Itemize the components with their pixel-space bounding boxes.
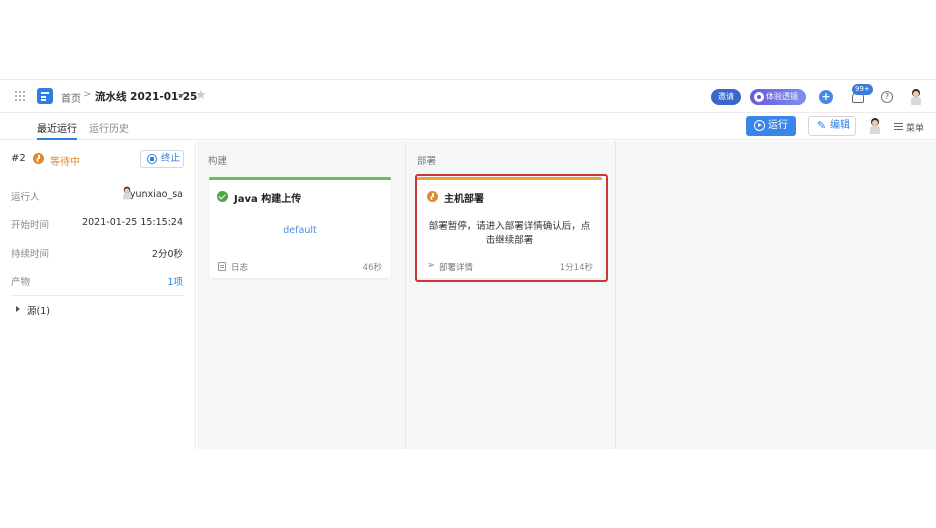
source-toggle[interactable]: 源(1) [27, 303, 50, 317]
artifact-link[interactable]: 1项 [167, 274, 183, 288]
add-button[interactable]: + [819, 90, 833, 104]
duration-label: 持续时间 [11, 249, 50, 260]
stage-column-deploy: 部署 主机部署 部署暂停，请进入部署详情确认后，点击继续部署 ➢ 部署详情 1分… [406, 141, 616, 449]
send-arrow-icon: ➢ [427, 260, 436, 271]
stop-button-label: 终止 [161, 153, 181, 164]
stage-title: 部署 [417, 156, 437, 167]
empty-stage-area [616, 141, 936, 449]
collaborator-avatar[interactable] [869, 118, 881, 134]
experience-button[interactable]: 体验透镜 [750, 89, 806, 105]
flow-logo-icon[interactable] [37, 88, 53, 104]
success-check-icon [217, 191, 228, 202]
start-time-label: 开始时间 [11, 220, 50, 231]
sub-toolbar: 最近运行 运行历史 运行 ✎ 编辑 菜单 [0, 113, 936, 140]
stop-circle-icon [147, 154, 157, 164]
job-duration: 46秒 [362, 263, 382, 273]
log-link[interactable]: 日志 [231, 261, 248, 273]
experience-label: 体验透镜 [766, 92, 798, 101]
lens-icon [754, 92, 764, 102]
log-doc-icon [218, 262, 226, 271]
notification-badge: 99+ [852, 84, 873, 95]
job-name: 主机部署 [444, 194, 484, 205]
play-circle-icon [754, 120, 765, 131]
user-avatar[interactable] [910, 89, 922, 105]
edit-button-label: 编辑 [830, 120, 850, 131]
stage-column-build: 构建 Java 构建上传 default 日志 46秒 [197, 141, 406, 449]
divider [11, 295, 184, 296]
app-grid-icon[interactable] [15, 91, 25, 101]
pencil-icon: ✎ [817, 119, 827, 132]
deploy-paused-message: 部署暂停，请进入部署详情确认后，点击继续部署 [428, 221, 591, 246]
job-card-build[interactable]: Java 构建上传 default 日志 46秒 [209, 177, 391, 278]
run-status: 等待中 [50, 157, 80, 168]
run-summary-panel: #2 等待中 终止 运行人 yunxiao_sa 开始时间 2021-01-25… [0, 141, 196, 449]
waiting-clock-icon [427, 191, 438, 202]
source-expand-caret-icon[interactable] [16, 306, 20, 312]
job-duration: 1分14秒 [559, 263, 593, 273]
start-time-value: 2021-01-25 15:15:24 [82, 217, 183, 228]
run-button-label: 运行 [768, 120, 788, 131]
pipeline-app: 首页 > 流水线 2021-01-25 ★ 邀请 体验透镜 + 99+ ? 最近… [0, 79, 936, 449]
job-default-link[interactable]: default [209, 225, 391, 236]
artifact-label: 产物 [11, 277, 31, 288]
run-button[interactable]: 运行 [746, 116, 796, 136]
pipeline-switch-chevron-down-icon[interactable] [178, 94, 184, 98]
stop-button[interactable]: 终止 [140, 150, 184, 168]
deploy-detail-link[interactable]: 部署详情 [439, 261, 473, 273]
tab-run-history[interactable]: 运行历史 [89, 120, 129, 135]
stage-title: 构建 [208, 156, 228, 167]
edit-button[interactable]: ✎ 编辑 [808, 116, 856, 136]
invite-button[interactable]: 邀请 [711, 89, 741, 105]
duration-value: 2分0秒 [151, 249, 183, 260]
help-icon[interactable]: ? [881, 91, 893, 103]
favorite-star-icon[interactable]: ★ [195, 88, 207, 103]
menu-button[interactable]: 菜单 [894, 121, 924, 134]
top-bar: 首页 > 流水线 2021-01-25 ★ 邀请 体验透镜 + 99+ ? [0, 79, 936, 113]
menu-lines-icon [894, 123, 903, 130]
runner-label: 运行人 [11, 192, 40, 203]
tab-recent-runs[interactable]: 最近运行 [37, 120, 77, 140]
breadcrumb-separator: > [83, 89, 92, 100]
job-card-deploy[interactable]: 主机部署 部署暂停，请进入部署详情确认后，点击继续部署 ➢ 部署详情 1分14秒 [417, 177, 602, 278]
waiting-clock-icon [33, 153, 44, 164]
job-name: Java 构建上传 [234, 194, 302, 205]
run-number: #2 [11, 153, 26, 164]
breadcrumb-home[interactable]: 首页 [61, 90, 81, 105]
menu-label: 菜单 [906, 124, 925, 134]
runner-value: yunxiao_sa [129, 189, 183, 200]
